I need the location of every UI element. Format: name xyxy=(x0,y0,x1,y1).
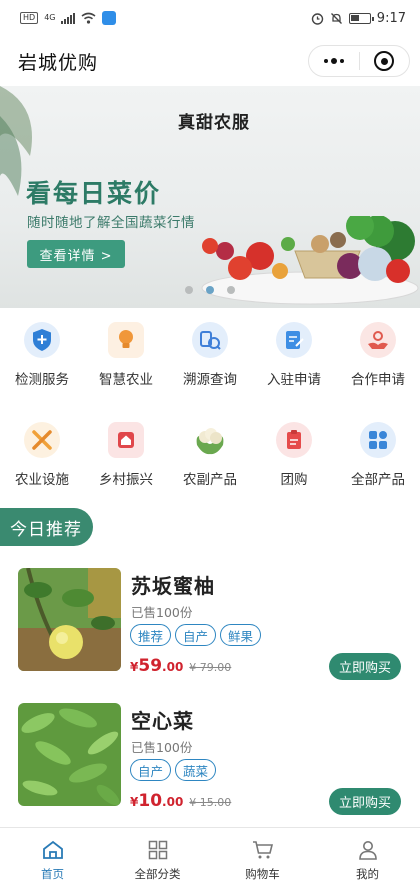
product-tags: 自产 蔬菜 xyxy=(130,759,217,781)
service-traceability[interactable]: 溯源查询 xyxy=(168,320,252,408)
alarm-icon xyxy=(311,12,323,25)
tab-profile[interactable]: 我的 xyxy=(315,828,420,887)
shield-plus-icon xyxy=(24,322,60,358)
product-price: ¥10.00 ¥ 15.00 xyxy=(130,791,231,811)
product-name: 苏坂蜜柚 xyxy=(131,574,215,598)
product-image[interactable] xyxy=(18,568,121,671)
view-details-button[interactable]: 查看详情 > xyxy=(27,240,125,268)
service-facilities[interactable]: 农业设施 xyxy=(0,420,84,508)
tab-label: 首页 xyxy=(41,867,64,881)
service-testing[interactable]: 检测服务 xyxy=(0,320,84,408)
banner-subline: 随时随地了解全国蔬菜行情 xyxy=(27,215,195,231)
service-all-products[interactable]: 全部产品 xyxy=(336,420,420,508)
service-label: 团购 xyxy=(280,472,308,488)
title-bar: 岩城优购 xyxy=(0,36,420,86)
user-icon xyxy=(358,841,377,860)
target-circle-icon xyxy=(374,51,395,71)
service-group-buy[interactable]: 团购 xyxy=(252,420,336,508)
product-tag: 自产 xyxy=(130,759,172,781)
more-dots-icon xyxy=(323,58,344,64)
current-price: ¥10.00 xyxy=(130,791,184,811)
bulb-icon xyxy=(108,322,144,358)
more-button[interactable] xyxy=(309,46,359,76)
cart-icon xyxy=(252,841,273,859)
status-left: HD 4G xyxy=(20,11,117,25)
service-label: 入驻申请 xyxy=(267,372,321,388)
hd-badge: HD xyxy=(20,12,39,24)
service-smart-agri[interactable]: 智慧农业 xyxy=(84,320,168,408)
product-sold-count: 已售100份 xyxy=(131,605,193,620)
indicator-dot[interactable] xyxy=(227,286,235,294)
service-row: 检测服务 智慧农业 溯源查询 入驻申请 合作申请 xyxy=(0,320,420,408)
tab-categories[interactable]: 全部分类 xyxy=(105,828,210,887)
handshake-icon xyxy=(360,322,396,358)
security-app-icon xyxy=(102,11,117,25)
bottom-tab-bar: 首页 全部分类 购物车 我的 xyxy=(0,827,420,887)
service-label: 农业设施 xyxy=(15,472,69,488)
service-label: 溯源查询 xyxy=(183,372,237,388)
service-coop-apply[interactable]: 合作申请 xyxy=(336,320,420,408)
service-label: 全部产品 xyxy=(351,472,405,488)
service-settle-apply[interactable]: 入驻申请 xyxy=(252,320,336,408)
app-title: 岩城优购 xyxy=(18,51,99,74)
mute-bell-icon xyxy=(330,12,342,24)
service-rural-revitalization[interactable]: 乡村振兴 xyxy=(84,420,168,508)
product-card[interactable]: 空心菜 已售100份 自产 蔬菜 ¥10.00 ¥ 15.00 立即购买 xyxy=(18,703,408,815)
wifi-icon xyxy=(81,12,96,24)
edit-form-icon xyxy=(276,322,312,358)
network-type: 4G xyxy=(44,13,56,22)
tab-label: 我的 xyxy=(356,867,379,881)
section-title: 今日推荐 xyxy=(0,508,93,546)
banner-brand: 真甜农服 xyxy=(178,113,250,133)
indicator-dot[interactable] xyxy=(185,286,193,294)
product-price: ¥59.00 ¥ 79.00 xyxy=(130,656,231,676)
service-label: 乡村振兴 xyxy=(99,472,153,488)
original-price: ¥ 79.00 xyxy=(189,661,232,674)
buy-now-button[interactable]: 立即购买 xyxy=(329,653,401,680)
product-name: 空心菜 xyxy=(131,709,194,733)
house-badge-icon xyxy=(108,422,144,458)
product-tag: 推荐 xyxy=(130,624,172,646)
service-label: 检测服务 xyxy=(15,372,69,388)
service-label: 农副产品 xyxy=(183,472,237,488)
product-tag: 自产 xyxy=(175,624,217,646)
trace-icon xyxy=(192,322,228,358)
product-sold-count: 已售100份 xyxy=(131,740,193,755)
current-price: ¥59.00 xyxy=(130,656,184,676)
clock: 9:17 xyxy=(376,10,406,26)
banner-indicator xyxy=(185,286,235,294)
service-grid: 检测服务 智慧农业 溯源查询 入驻申请 合作申请 农业设施 乡村振兴 农副产品 … xyxy=(0,320,420,508)
service-row: 农业设施 乡村振兴 农副产品 团购 全部产品 xyxy=(0,420,420,508)
product-card[interactable]: 苏坂蜜柚 已售100份 推荐 自产 鲜果 ¥59.00 ¥ 79.00 立即购买 xyxy=(18,568,408,680)
hero-banner[interactable]: 真甜农服 看每日菜价 随时随地了解全国蔬菜行情 查看详情 > xyxy=(0,86,420,308)
tab-cart[interactable]: 购物车 xyxy=(210,828,315,887)
home-icon xyxy=(42,840,63,859)
product-image[interactable] xyxy=(18,703,121,806)
banner-headline: 看每日菜价 xyxy=(26,179,162,208)
status-bar: HD 4G 9:17 xyxy=(0,0,420,36)
product-tags: 推荐 自产 鲜果 xyxy=(130,624,262,646)
service-label: 智慧农业 xyxy=(99,372,153,388)
indicator-dot-active[interactable] xyxy=(206,286,214,294)
signal-icon xyxy=(61,12,76,24)
status-right: 9:17 xyxy=(311,11,406,26)
original-price: ¥ 15.00 xyxy=(189,796,232,809)
grid-icon xyxy=(360,422,396,458)
clipboard-icon xyxy=(276,422,312,458)
product-tag: 鲜果 xyxy=(220,624,262,646)
service-agri-products[interactable]: 农副产品 xyxy=(168,420,252,508)
cauliflower-icon xyxy=(192,422,228,458)
buy-now-button[interactable]: 立即购买 xyxy=(329,788,401,815)
tab-label: 全部分类 xyxy=(134,867,181,881)
tab-home[interactable]: 首页 xyxy=(0,828,105,887)
battery-icon xyxy=(348,12,374,24)
miniprogram-capsule xyxy=(308,45,410,77)
tab-label: 购物车 xyxy=(245,867,280,881)
tools-icon xyxy=(24,422,60,458)
category-grid-icon xyxy=(148,840,167,860)
service-label: 合作申请 xyxy=(351,372,405,388)
product-tag: 蔬菜 xyxy=(175,759,217,781)
close-button[interactable] xyxy=(360,46,410,76)
